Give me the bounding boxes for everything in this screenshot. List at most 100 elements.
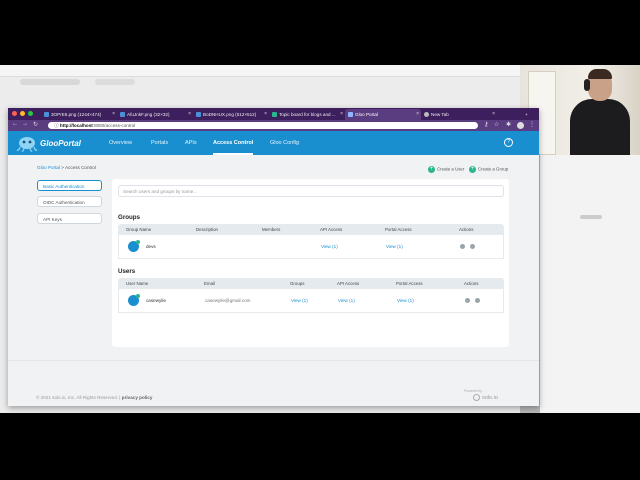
table-row: devs View (1) View (1) xyxy=(118,235,504,259)
sidebar-item-basic-authentication[interactable]: Basic Authentication xyxy=(37,180,102,191)
new-tab-button[interactable]: + xyxy=(522,109,536,120)
browser-tab[interactable]: Topic board for blogs and ... × xyxy=(269,109,345,120)
breadcrumb-separator: > xyxy=(61,165,64,170)
column-header: Portal Access xyxy=(385,227,412,232)
close-tab-icon[interactable]: × xyxy=(416,111,419,117)
group-avatar-icon xyxy=(128,240,140,252)
sidebar-item-oidc-authentication[interactable]: OIDC Authentication xyxy=(37,196,102,207)
delete-icon[interactable] xyxy=(475,298,480,303)
delete-icon[interactable] xyxy=(470,244,475,249)
user-email: casewylie@gmail.com xyxy=(205,298,251,303)
star-icon[interactable]: ☆ xyxy=(494,121,499,128)
nav-apis[interactable]: APIs xyxy=(185,131,197,155)
column-header: Actions xyxy=(464,281,479,286)
create-user-button[interactable]: + Create a User xyxy=(428,166,464,173)
api-access-link[interactable]: View (1) xyxy=(321,244,338,249)
board-icon xyxy=(272,112,277,117)
portal-access-link[interactable]: View (1) xyxy=(386,244,403,249)
image-file-icon xyxy=(120,112,125,117)
solo-logo-icon xyxy=(473,394,480,401)
breadcrumb-root-link[interactable]: Gloo Portal xyxy=(37,165,60,170)
browser-tab-active[interactable]: Gloo Portal × xyxy=(345,109,421,120)
browser-tab[interactable]: 3OPrE6.png (1244×474) × xyxy=(41,109,117,120)
plus-icon: + xyxy=(525,112,528,117)
user-avatar-icon xyxy=(128,294,140,306)
copyright-text: © 2021 solo.io, Inc. All Rights Reserved… xyxy=(36,395,121,400)
column-header: Portal Access xyxy=(396,281,423,286)
webcam-person-body xyxy=(570,99,630,155)
create-user-label: Create a User xyxy=(437,166,465,172)
search-input[interactable]: Search users and groups by name... xyxy=(118,185,504,197)
api-access-link[interactable]: View (1) xyxy=(338,298,355,303)
nav-overview[interactable]: Overview xyxy=(109,131,132,155)
edit-icon[interactable] xyxy=(465,298,470,303)
groups-heading: Groups xyxy=(118,214,141,221)
profile-avatar[interactable] xyxy=(517,122,524,129)
column-header: Group Name xyxy=(126,227,152,232)
sidebar-item-label: Basic Authentication xyxy=(43,184,85,189)
tab-label: New Tab xyxy=(431,112,449,117)
nav-gloo-config[interactable]: Gloo Config xyxy=(270,131,299,155)
powered-by-label: Powered by xyxy=(464,389,482,393)
main-content: Gloo Portal > Access Control + Create a U… xyxy=(8,155,539,360)
background-blur xyxy=(95,79,135,85)
browser-tab-bar: 3OPrE6.png (1244×474) × AfuJnkF.png (32×… xyxy=(8,108,539,120)
octopus-logo-icon xyxy=(16,137,38,152)
maximize-window-icon[interactable] xyxy=(28,111,33,116)
background-blur xyxy=(20,79,80,85)
back-arrow-icon[interactable]: ← xyxy=(12,121,18,127)
nav-portals[interactable]: Portals xyxy=(151,131,168,155)
help-icon[interactable]: ? xyxy=(504,138,513,147)
table-row: casewylie casewylie@gmail.com View (1) V… xyxy=(118,289,504,313)
webcam-person-hair xyxy=(588,69,612,79)
url-field[interactable]: ⓘ http://localhost:8080/access-control xyxy=(48,122,478,129)
column-header: Email xyxy=(204,281,215,286)
extensions-icon[interactable]: ✱ xyxy=(506,121,511,128)
forward-arrow-icon[interactable]: → xyxy=(22,121,28,127)
close-tab-icon[interactable]: × xyxy=(112,111,115,117)
browser-tab[interactable]: AfuJnkF.png (32×32) × xyxy=(117,109,193,120)
groups-link[interactable]: View (1) xyxy=(291,298,308,303)
minimize-window-icon[interactable] xyxy=(20,111,25,116)
gloo-portal-logo[interactable]: GlooPortal xyxy=(16,134,86,152)
tab-label: BoDNHUX.png (512×512) xyxy=(203,112,257,117)
close-tab-icon[interactable]: × xyxy=(340,111,343,117)
column-header: Members xyxy=(262,227,281,232)
user-name: casewylie xyxy=(146,298,166,303)
column-header: User Name xyxy=(126,281,149,286)
group-name: devs xyxy=(146,244,156,249)
close-tab-icon[interactable]: × xyxy=(492,111,495,117)
close-window-icon[interactable] xyxy=(12,111,17,116)
close-tab-icon[interactable]: × xyxy=(264,111,267,117)
breadcrumb: Gloo Portal > Access Control xyxy=(37,165,96,170)
browser-tab[interactable]: New Tab × xyxy=(421,109,497,120)
edit-icon[interactable] xyxy=(460,244,465,249)
search-placeholder: Search users and groups by name... xyxy=(123,189,198,194)
create-group-button[interactable]: + Create a Group xyxy=(469,166,508,173)
solo-brand-link[interactable]: solo.io xyxy=(482,395,498,401)
menu-kebab-icon[interactable]: ⋮ xyxy=(529,121,535,128)
tab-label: AfuJnkF.png (32×32) xyxy=(127,112,170,117)
privacy-policy-link[interactable]: privacy policy xyxy=(122,395,153,400)
window-controls xyxy=(12,111,33,116)
url-host: http://localhost xyxy=(59,123,93,128)
plus-circle-icon: + xyxy=(469,166,476,173)
image-file-icon xyxy=(196,112,201,117)
reload-icon[interactable]: ↻ xyxy=(33,121,38,128)
tab-label: Gloo Portal xyxy=(355,112,378,117)
sidebar-item-api-keys[interactable]: API Keys xyxy=(37,213,102,224)
close-tab-icon[interactable]: × xyxy=(188,111,191,117)
background-toolbar xyxy=(0,65,520,77)
key-icon[interactable]: ⚷ xyxy=(484,121,488,128)
image-file-icon xyxy=(44,112,49,117)
portal-access-link[interactable]: View (1) xyxy=(397,298,414,303)
plus-circle-icon: + xyxy=(428,166,435,173)
browser-tab[interactable]: BoDNHUX.png (512×512) × xyxy=(193,109,269,120)
app-header: GlooPortal Overview Portals APIs Access … xyxy=(8,131,539,155)
background-window xyxy=(540,135,640,413)
headset-icon xyxy=(584,79,590,91)
users-table-header: User Name Email Groups API Access Portal… xyxy=(118,278,504,289)
url-path: :8080/access-control xyxy=(92,123,136,128)
nav-access-control[interactable]: Access Control xyxy=(213,131,254,155)
column-header: Actions xyxy=(459,227,474,232)
